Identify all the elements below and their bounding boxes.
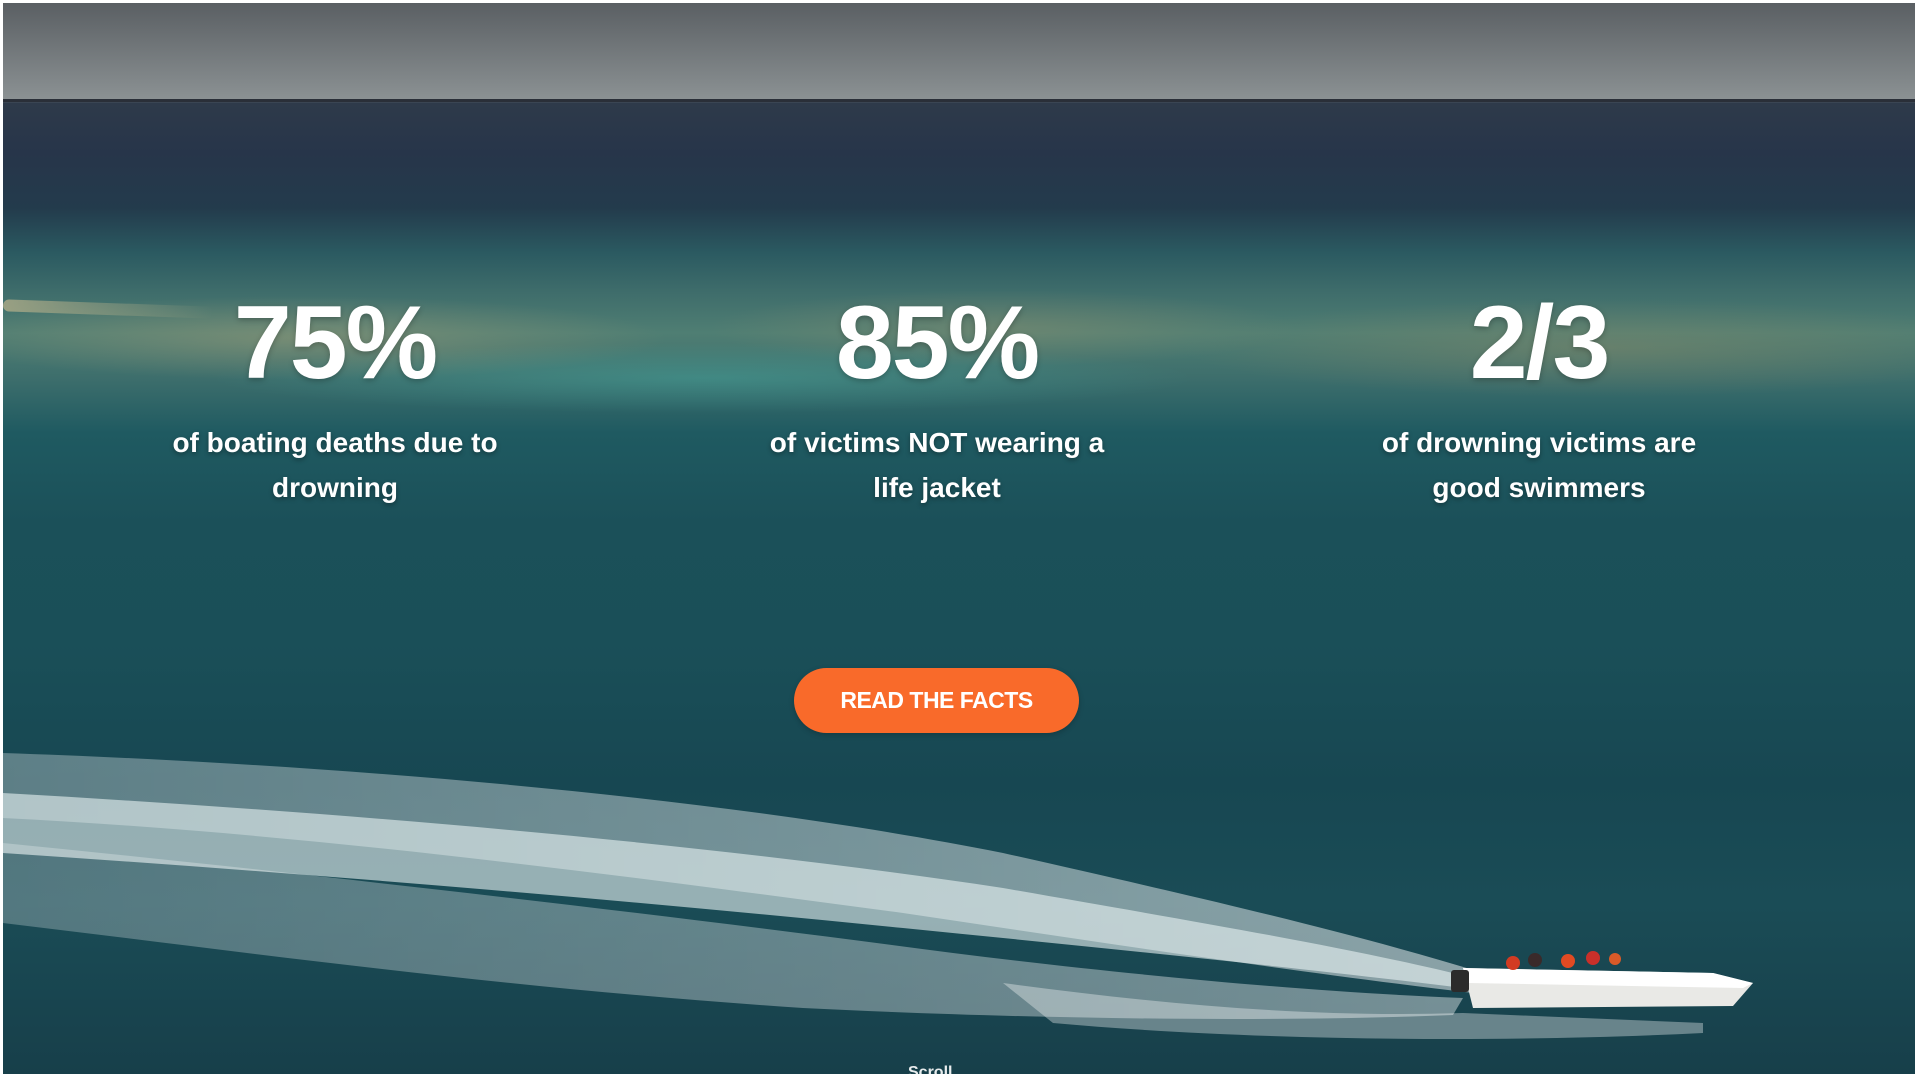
stat-description: of drowning victims are good swimmers bbox=[1381, 427, 1697, 503]
horizon-line bbox=[3, 99, 1915, 102]
boat-image bbox=[1451, 951, 1753, 1008]
stat-description: of victims NOT wearing a life jacket bbox=[769, 427, 1105, 503]
stat-good-swimmers: 2/3 of drowning victims are good swimmer… bbox=[1319, 288, 1759, 510]
stat-description: of boating deaths due to drowning bbox=[172, 427, 498, 503]
stat-no-life-jacket: 85% of victims NOT wearing a life jacket bbox=[717, 288, 1157, 510]
scroll-hint[interactable]: Scroll bbox=[908, 1065, 952, 1075]
read-the-facts-button[interactable]: READ THE FACTS bbox=[794, 668, 1079, 733]
stat-boating-deaths: 75% of boating deaths due to drowning bbox=[115, 288, 555, 510]
stat-value: 2/3 bbox=[1469, 285, 1611, 401]
stat-value: 75% bbox=[233, 285, 438, 401]
hero-section: 75% of boating deaths due to drowning 85… bbox=[3, 3, 1915, 1074]
stat-value: 85% bbox=[835, 285, 1040, 401]
